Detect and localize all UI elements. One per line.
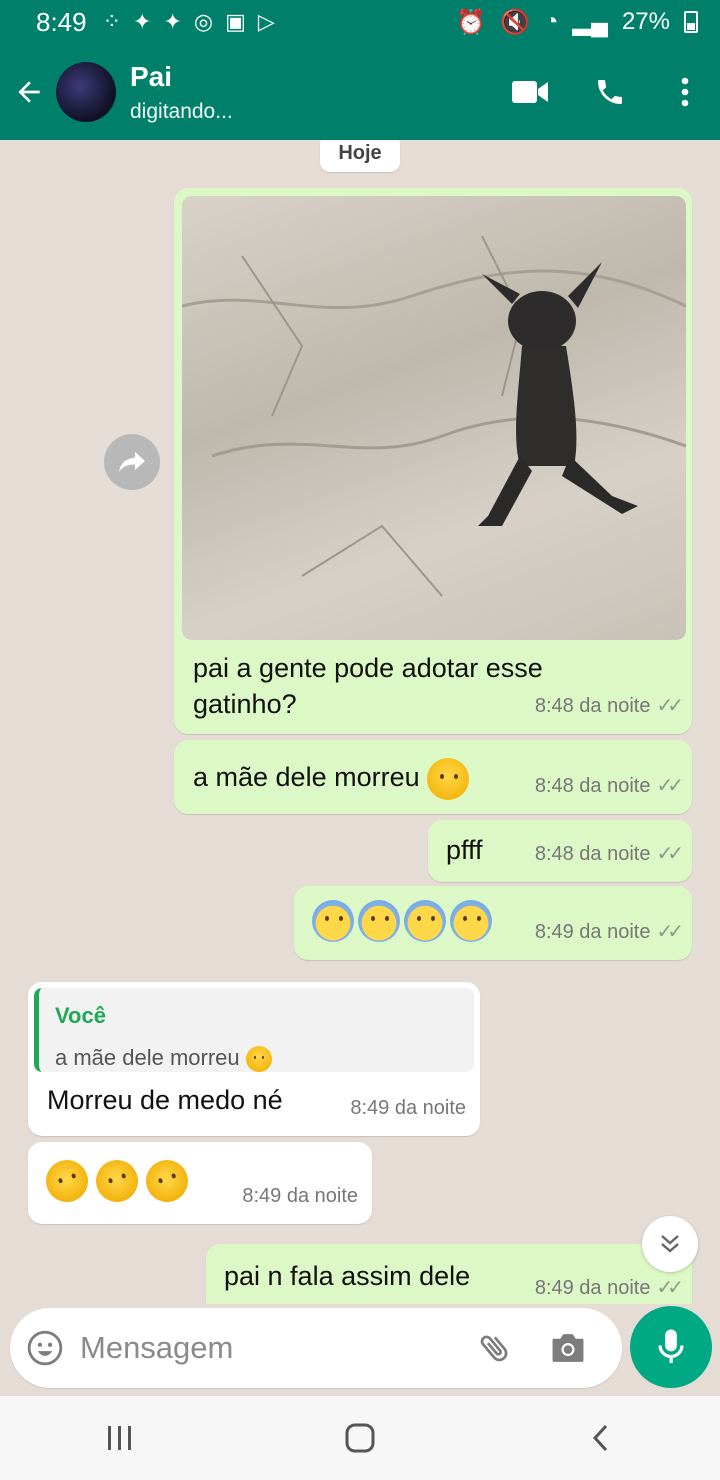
wifi-icon: ◔ <box>543 8 559 35</box>
more-vert-icon[interactable] <box>650 44 720 140</box>
system-nav-bar <box>0 1396 720 1480</box>
video-call-icon[interactable] <box>490 44 570 140</box>
nav-back-icon[interactable] <box>540 1396 660 1480</box>
message-meta: 8:49 da noite ✓✓ <box>534 914 684 950</box>
message-text: a mãe dele morreu <box>193 758 470 800</box>
message-text: pai n fala assim dele <box>224 1261 471 1291</box>
message-meta: 8:48 da noite ✓✓ <box>534 768 684 804</box>
forward-icon[interactable] <box>104 434 160 490</box>
home-icon[interactable] <box>300 1396 420 1480</box>
message-time: 8:48 da noite <box>534 775 651 797</box>
status-bar: 8:49 ⁘ ✦ ✦ ◎ ▣ ▷ ⏰ 🔇 ◔ ▂▄ 27% <box>0 0 720 44</box>
message-time: 8:49 da noite <box>534 921 651 943</box>
message-text: Morreu de medo né <box>47 1085 283 1115</box>
message-meta: 8:48 da noite ✓✓ <box>534 836 684 872</box>
message-time: 8:48 da noite <box>534 843 651 865</box>
message-text: pfff <box>446 835 483 865</box>
chevron-double-down-icon[interactable] <box>642 1216 698 1272</box>
paperclip-icon[interactable] <box>460 1330 530 1366</box>
quoted-author: Você <box>55 1003 106 1028</box>
anxious-sweat-emoji <box>312 900 354 942</box>
battery-percent: 27% <box>621 8 670 35</box>
message-bubble-reply[interactable]: Você a mãe dele morreu Morreu de medo né… <box>28 982 480 1136</box>
phone-icon[interactable] <box>570 44 650 140</box>
quoted-message[interactable]: Você a mãe dele morreu <box>34 988 474 1073</box>
status-time: 8:49 <box>36 6 87 37</box>
date-divider: Hoje <box>320 140 400 172</box>
read-ticks-icon: ✓✓ <box>656 921 683 943</box>
rofl-emoji <box>90 1154 144 1208</box>
contact-name: Pai <box>130 61 173 92</box>
emoji-icon[interactable] <box>10 1329 80 1367</box>
notification-icons: ⁘ ✦ ✦ ◎ ▣ ▷ <box>103 9 275 35</box>
message-time: 8:49 da noite <box>534 1277 651 1299</box>
mic-icon[interactable] <box>630 1306 712 1388</box>
message-meta: 8:49 da noite <box>242 1178 358 1214</box>
message-bubble[interactable]: pfff 8:48 da noite ✓✓ <box>428 820 692 882</box>
image-caption: pai a gente pode adotar esse gatinho? <box>193 653 543 719</box>
camera-icon[interactable] <box>530 1331 606 1365</box>
message-bubble[interactable]: a mãe dele morreu 8:48 da noite ✓✓ <box>174 740 692 814</box>
read-ticks-icon: ✓✓ <box>656 775 683 797</box>
battery-icon <box>684 11 698 33</box>
message-composer <box>10 1308 622 1388</box>
emoji-row <box>40 1154 194 1208</box>
twitter-icon: ✦ <box>163 9 182 34</box>
chat-area[interactable]: Hoje pai a gente pode adotar esse gatinh… <box>0 140 720 1304</box>
crying-face-emoji <box>427 758 470 800</box>
message-time: 8:48 da noite <box>534 695 651 717</box>
gallery-icon: ▣ <box>225 9 246 34</box>
message-bubble-image[interactable]: pai a gente pode adotar esse gatinho? 8:… <box>174 188 692 734</box>
contact-info[interactable]: Pai digitando... <box>130 60 233 124</box>
read-ticks-icon: ✓✓ <box>656 695 683 717</box>
message-bubble-emoji[interactable]: 8:49 da noite ✓✓ <box>294 886 692 960</box>
dots-icon: ⁘ <box>102 9 122 34</box>
crying-face-emoji <box>245 1046 272 1073</box>
avatar[interactable] <box>56 62 116 122</box>
message-meta: 8:48 da noite ✓✓ <box>534 688 684 724</box>
contact-status: digitando... <box>130 100 233 123</box>
message-input[interactable] <box>80 1330 460 1366</box>
anxious-sweat-emoji <box>450 900 492 942</box>
message-time: 8:49 da noite <box>350 1097 466 1119</box>
twitter-icon: ✦ <box>133 9 152 34</box>
message-time: 8:49 da noite <box>242 1185 358 1207</box>
shazam-icon: ◎ <box>193 9 214 34</box>
mute-icon: 🔇 <box>500 8 530 36</box>
alarm-icon: ⏰ <box>456 8 487 36</box>
cat-photo[interactable] <box>182 196 686 640</box>
message-bubble-emoji[interactable]: 8:49 da noite <box>28 1142 372 1224</box>
recents-icon[interactable] <box>60 1396 180 1480</box>
quoted-text: a mãe dele morreu <box>55 1040 458 1076</box>
message-bubble[interactable]: pai n fala assim dele 8:49 da noite ✓✓ <box>206 1244 692 1304</box>
arrow-left-icon[interactable] <box>2 44 56 140</box>
signal-icon: ▂▄ <box>572 8 608 36</box>
status-right: ⏰ 🔇 ◔ ▂▄ 27% <box>456 8 698 37</box>
chat-header: Pai digitando... <box>0 44 720 140</box>
read-ticks-icon: ✓✓ <box>656 1277 683 1299</box>
anxious-sweat-emoji <box>358 900 400 942</box>
read-ticks-icon: ✓✓ <box>656 843 683 865</box>
anxious-sweat-emoji <box>404 900 446 942</box>
rofl-emoji <box>140 1154 194 1208</box>
message-meta: 8:49 da noite <box>350 1090 466 1126</box>
message-meta: 8:49 da noite ✓✓ <box>534 1270 684 1304</box>
emoji-row <box>312 900 492 942</box>
play-store-icon: ▷ <box>257 9 275 34</box>
rofl-emoji <box>40 1154 94 1208</box>
